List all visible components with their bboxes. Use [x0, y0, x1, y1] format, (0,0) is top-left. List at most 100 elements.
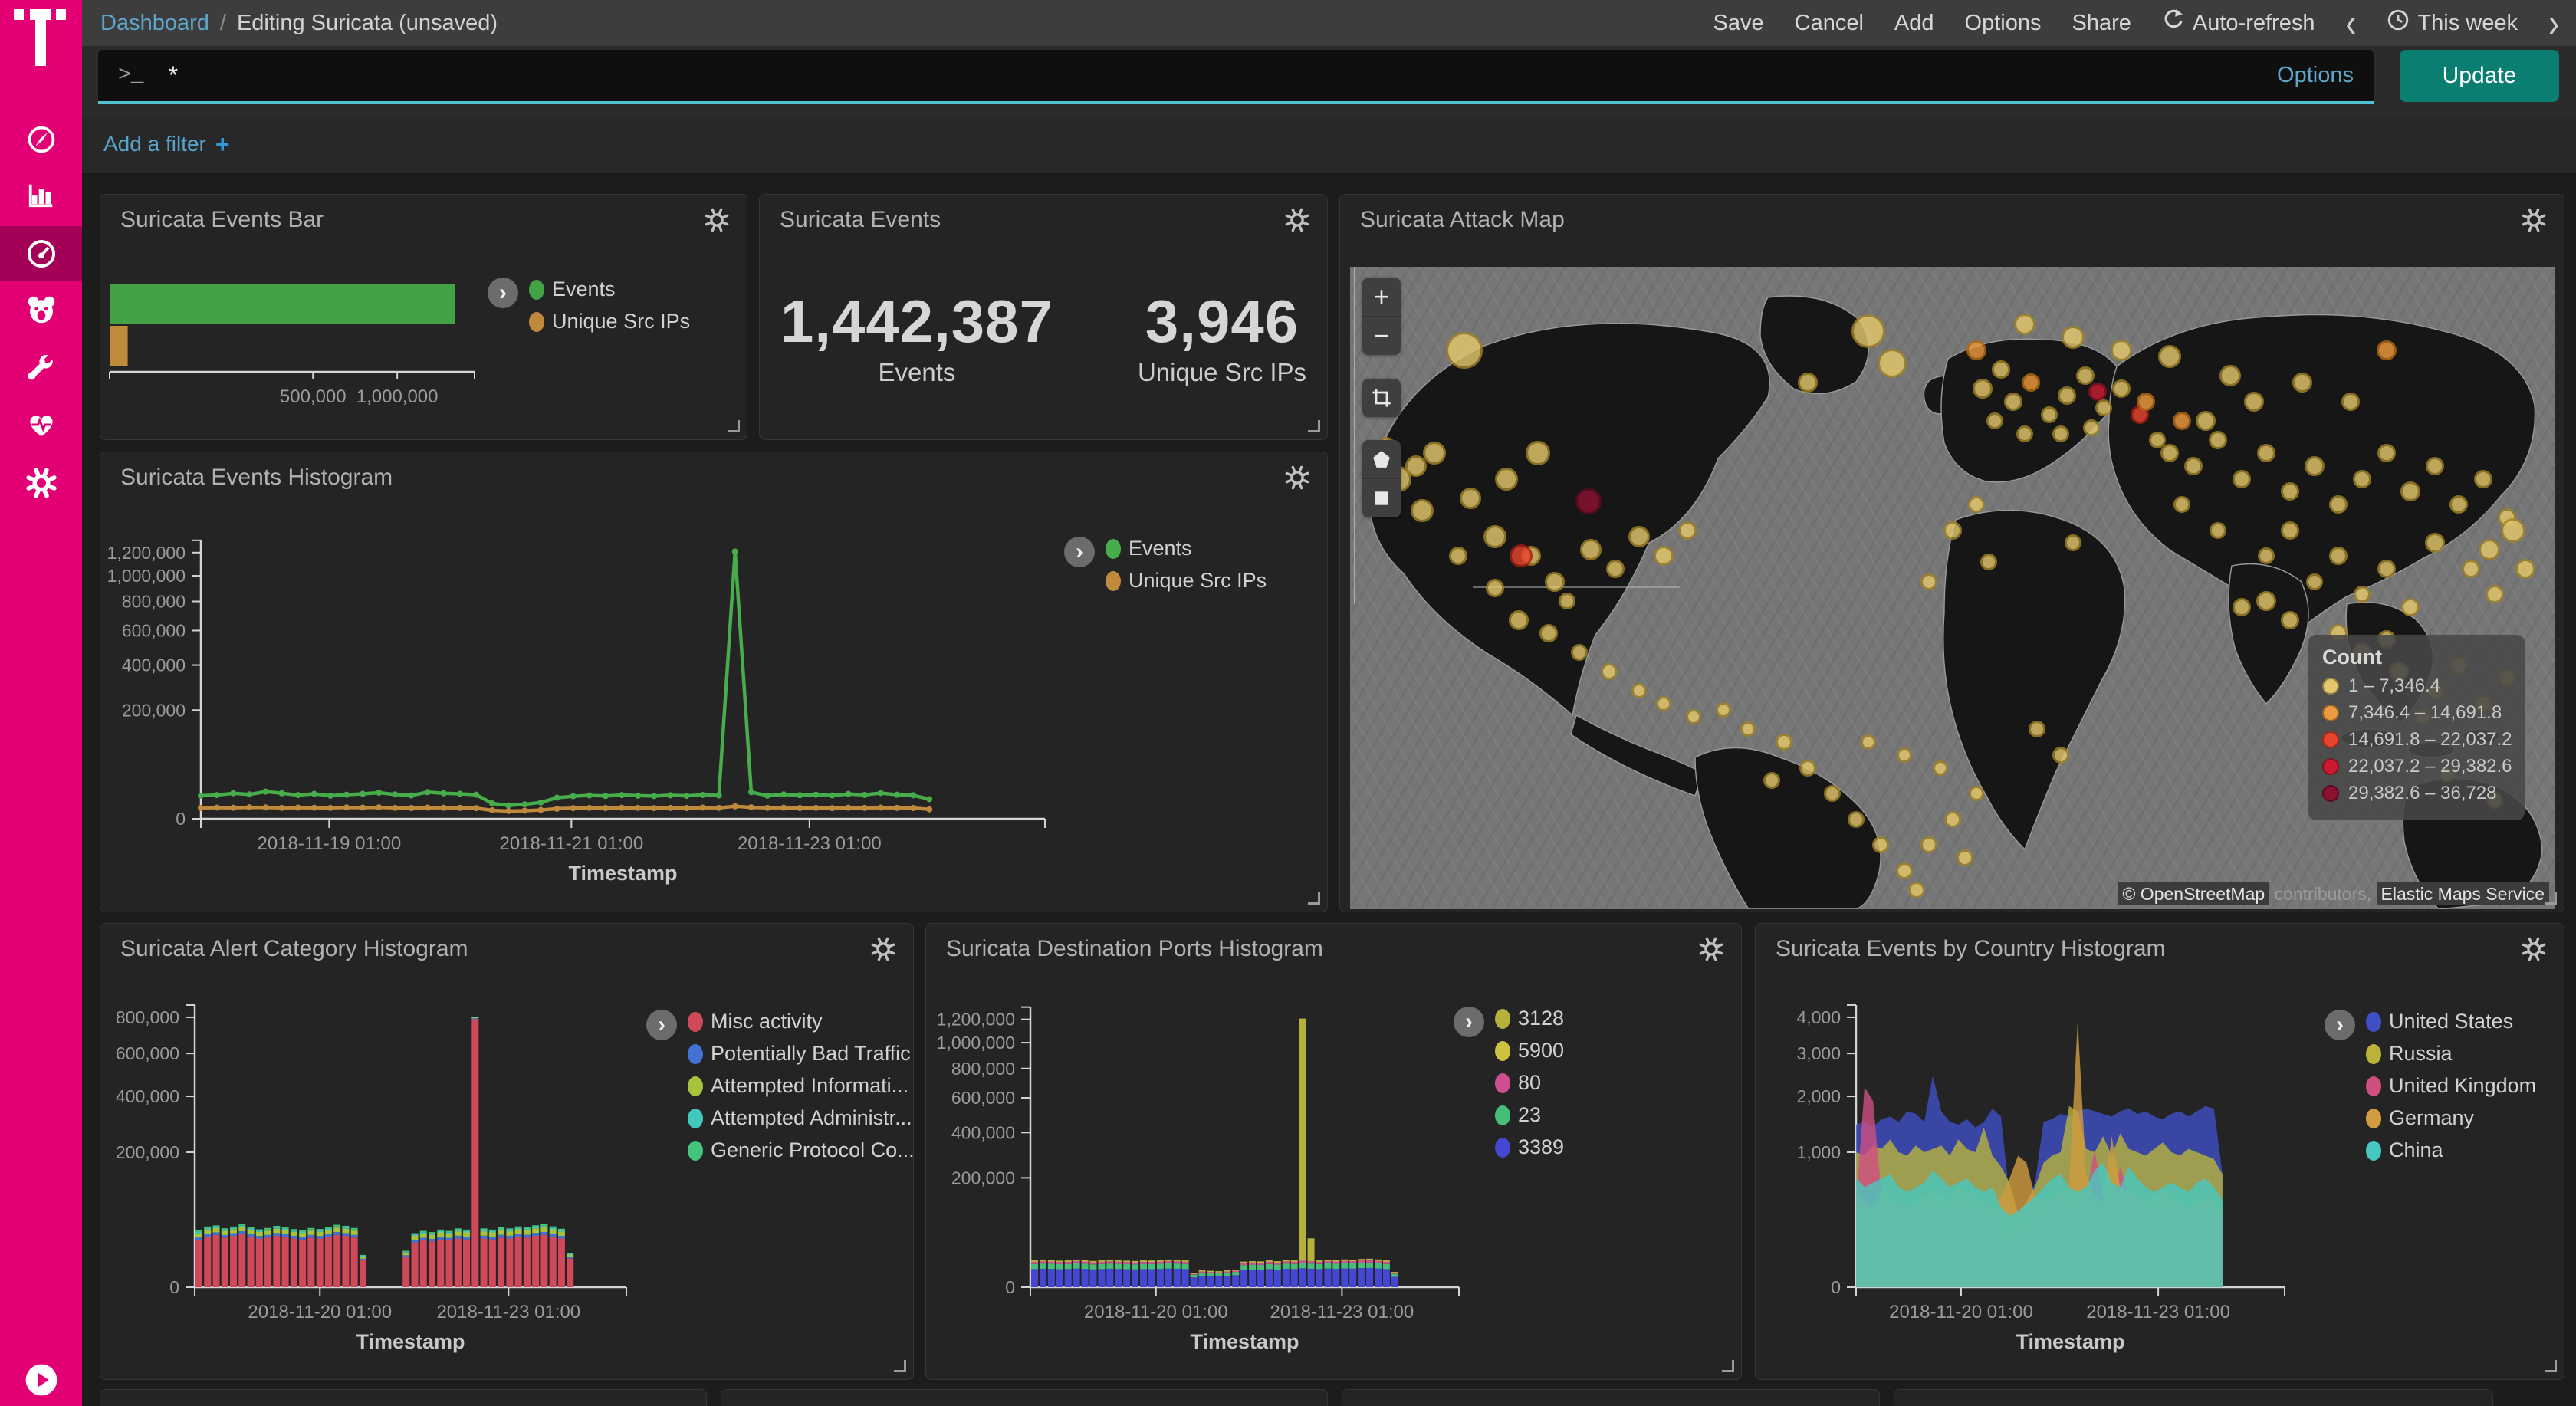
attack-dot[interactable] — [1631, 683, 1647, 698]
attack-dot[interactable] — [1986, 412, 2003, 429]
options-button[interactable]: Options — [1965, 11, 2042, 36]
legend-item[interactable]: China — [2366, 1138, 2536, 1162]
attack-dot[interactable] — [1933, 760, 1948, 776]
legend-item[interactable]: Russia — [2366, 1042, 2536, 1066]
attack-dot[interactable] — [2220, 365, 2241, 386]
attack-dot[interactable] — [2210, 522, 2226, 539]
attack-dot[interactable] — [1861, 734, 1876, 750]
attack-dot[interactable] — [2306, 573, 2323, 590]
resize-handle[interactable] — [1722, 1360, 1734, 1372]
legend-item[interactable]: 3389 — [1495, 1135, 1564, 1159]
legend-item[interactable]: Attempted Administr... — [688, 1106, 915, 1130]
attack-dot[interactable] — [2137, 393, 2155, 411]
attack-dot[interactable] — [2329, 495, 2348, 514]
sidebar-item-discover[interactable] — [0, 112, 82, 167]
legend-item[interactable]: 5900 — [1495, 1039, 1564, 1063]
attack-dot[interactable] — [1510, 544, 1533, 567]
attack-dot[interactable] — [2095, 399, 2112, 416]
attack-dot[interactable] — [2462, 560, 2480, 578]
attack-dot[interactable] — [1411, 499, 1434, 522]
resize-handle[interactable] — [2545, 1360, 2557, 1372]
attack-dot[interactable] — [1539, 624, 1558, 642]
attack-dot[interactable] — [2244, 392, 2264, 412]
sidebar-item-hunt[interactable] — [0, 282, 82, 337]
attack-dot[interactable] — [1580, 539, 1602, 560]
attack-dot[interactable] — [2083, 419, 2100, 436]
attack-dot[interactable] — [2474, 470, 2492, 488]
attack-dot[interactable] — [1973, 379, 1993, 399]
sidebar-item-dashboard[interactable] — [0, 226, 82, 281]
attack-dot[interactable] — [2052, 747, 2069, 764]
legend-item[interactable]: Generic Protocol Co... — [688, 1138, 915, 1162]
attack-dot[interactable] — [1449, 547, 1467, 565]
attack-dot[interactable] — [2111, 340, 2132, 361]
attack-dot[interactable] — [1957, 849, 1973, 866]
attack-dot[interactable] — [2425, 533, 2445, 553]
attack-dot[interactable] — [2501, 518, 2525, 543]
attack-dot[interactable] — [1776, 734, 1792, 751]
draw-bounds-icon[interactable] — [1362, 379, 1401, 417]
legend-item[interactable]: 23 — [1495, 1103, 1564, 1127]
attack-dot[interactable] — [1763, 772, 1780, 789]
attack-dot[interactable] — [1798, 373, 1818, 393]
attack-dot[interactable] — [1921, 573, 1937, 590]
attack-dot[interactable] — [2014, 314, 2036, 335]
attack-dot[interactable] — [1509, 610, 1529, 630]
t-mobile-logo[interactable] — [14, 9, 67, 67]
attack-dot[interactable] — [1992, 360, 2010, 379]
sidebar-item-dev-tools[interactable] — [0, 340, 82, 396]
attack-dot[interactable] — [2209, 431, 2227, 449]
polygon-tool-icon[interactable] — [1362, 440, 1401, 479]
attack-dot[interactable] — [2112, 379, 2131, 398]
attack-dot[interactable] — [1799, 760, 1816, 777]
attack-dot[interactable] — [2281, 611, 2299, 629]
attack-dot[interactable] — [1486, 579, 1504, 597]
attack-dot[interactable] — [2515, 559, 2535, 579]
rectangle-tool-icon[interactable] — [1362, 479, 1401, 517]
attack-dot[interactable] — [1740, 721, 1756, 737]
openstreetmap-link[interactable]: © OpenStreetMap — [2118, 882, 2269, 905]
attack-dot[interactable] — [1446, 332, 1483, 369]
attack-dot[interactable] — [2377, 444, 2396, 462]
attack-dot[interactable] — [2058, 386, 2076, 405]
attack-dot[interactable] — [1654, 546, 1674, 566]
attack-dot[interactable] — [1628, 526, 1650, 547]
attack-dot[interactable] — [1852, 314, 1885, 348]
attack-dot[interactable] — [1460, 488, 1481, 509]
attack-dot[interactable] — [2158, 345, 2181, 368]
attack-dot[interactable] — [2233, 598, 2251, 616]
attack-dot[interactable] — [2479, 539, 2500, 560]
panel-title[interactable]: Suricata Events — [780, 207, 941, 233]
attack-dot[interactable] — [1601, 663, 1618, 680]
legend-toggle-icon[interactable]: › — [646, 1010, 677, 1040]
legend-item[interactable]: Events — [1106, 537, 1267, 560]
legend-item[interactable]: Attempted Informati... — [688, 1074, 915, 1098]
legend-item[interactable]: United Kingdom — [2366, 1074, 2536, 1098]
save-button[interactable]: Save — [1714, 11, 1764, 36]
attack-dot[interactable] — [1495, 468, 1518, 491]
resize-handle[interactable] — [2545, 892, 2557, 905]
legend-item[interactable]: Germany — [2366, 1106, 2536, 1130]
legend-toggle-icon[interactable]: › — [2325, 1010, 2355, 1040]
attack-dot[interactable] — [2354, 586, 2371, 603]
attack-dot[interactable] — [2029, 721, 2045, 737]
attack-dot[interactable] — [2401, 598, 2420, 616]
zoom-out-button[interactable]: − — [1362, 317, 1401, 355]
resize-handle[interactable] — [894, 1360, 906, 1372]
attack-dot[interactable] — [1423, 442, 1446, 465]
attack-dot[interactable] — [1872, 836, 1889, 853]
elastic-maps-service-link[interactable]: Elastic Maps Service — [2377, 882, 2549, 905]
attack-dot[interactable] — [2052, 425, 2069, 442]
attack-dot[interactable] — [2184, 457, 2203, 475]
auto-refresh-button[interactable]: Auto-refresh — [2162, 8, 2315, 38]
breadcrumb-dashboard-link[interactable]: Dashboard — [100, 11, 209, 36]
attack-dot[interactable] — [1716, 702, 1731, 718]
attack-dot[interactable] — [2281, 521, 2299, 540]
attack-dot[interactable] — [1967, 340, 1986, 360]
attack-dot[interactable] — [1980, 554, 1997, 570]
attack-dot[interactable] — [2426, 457, 2444, 475]
attack-dot[interactable] — [1908, 882, 1925, 898]
attack-dot[interactable] — [2258, 547, 2275, 564]
attack-dot[interactable] — [1921, 836, 1937, 853]
attack-dot[interactable] — [2257, 444, 2275, 462]
